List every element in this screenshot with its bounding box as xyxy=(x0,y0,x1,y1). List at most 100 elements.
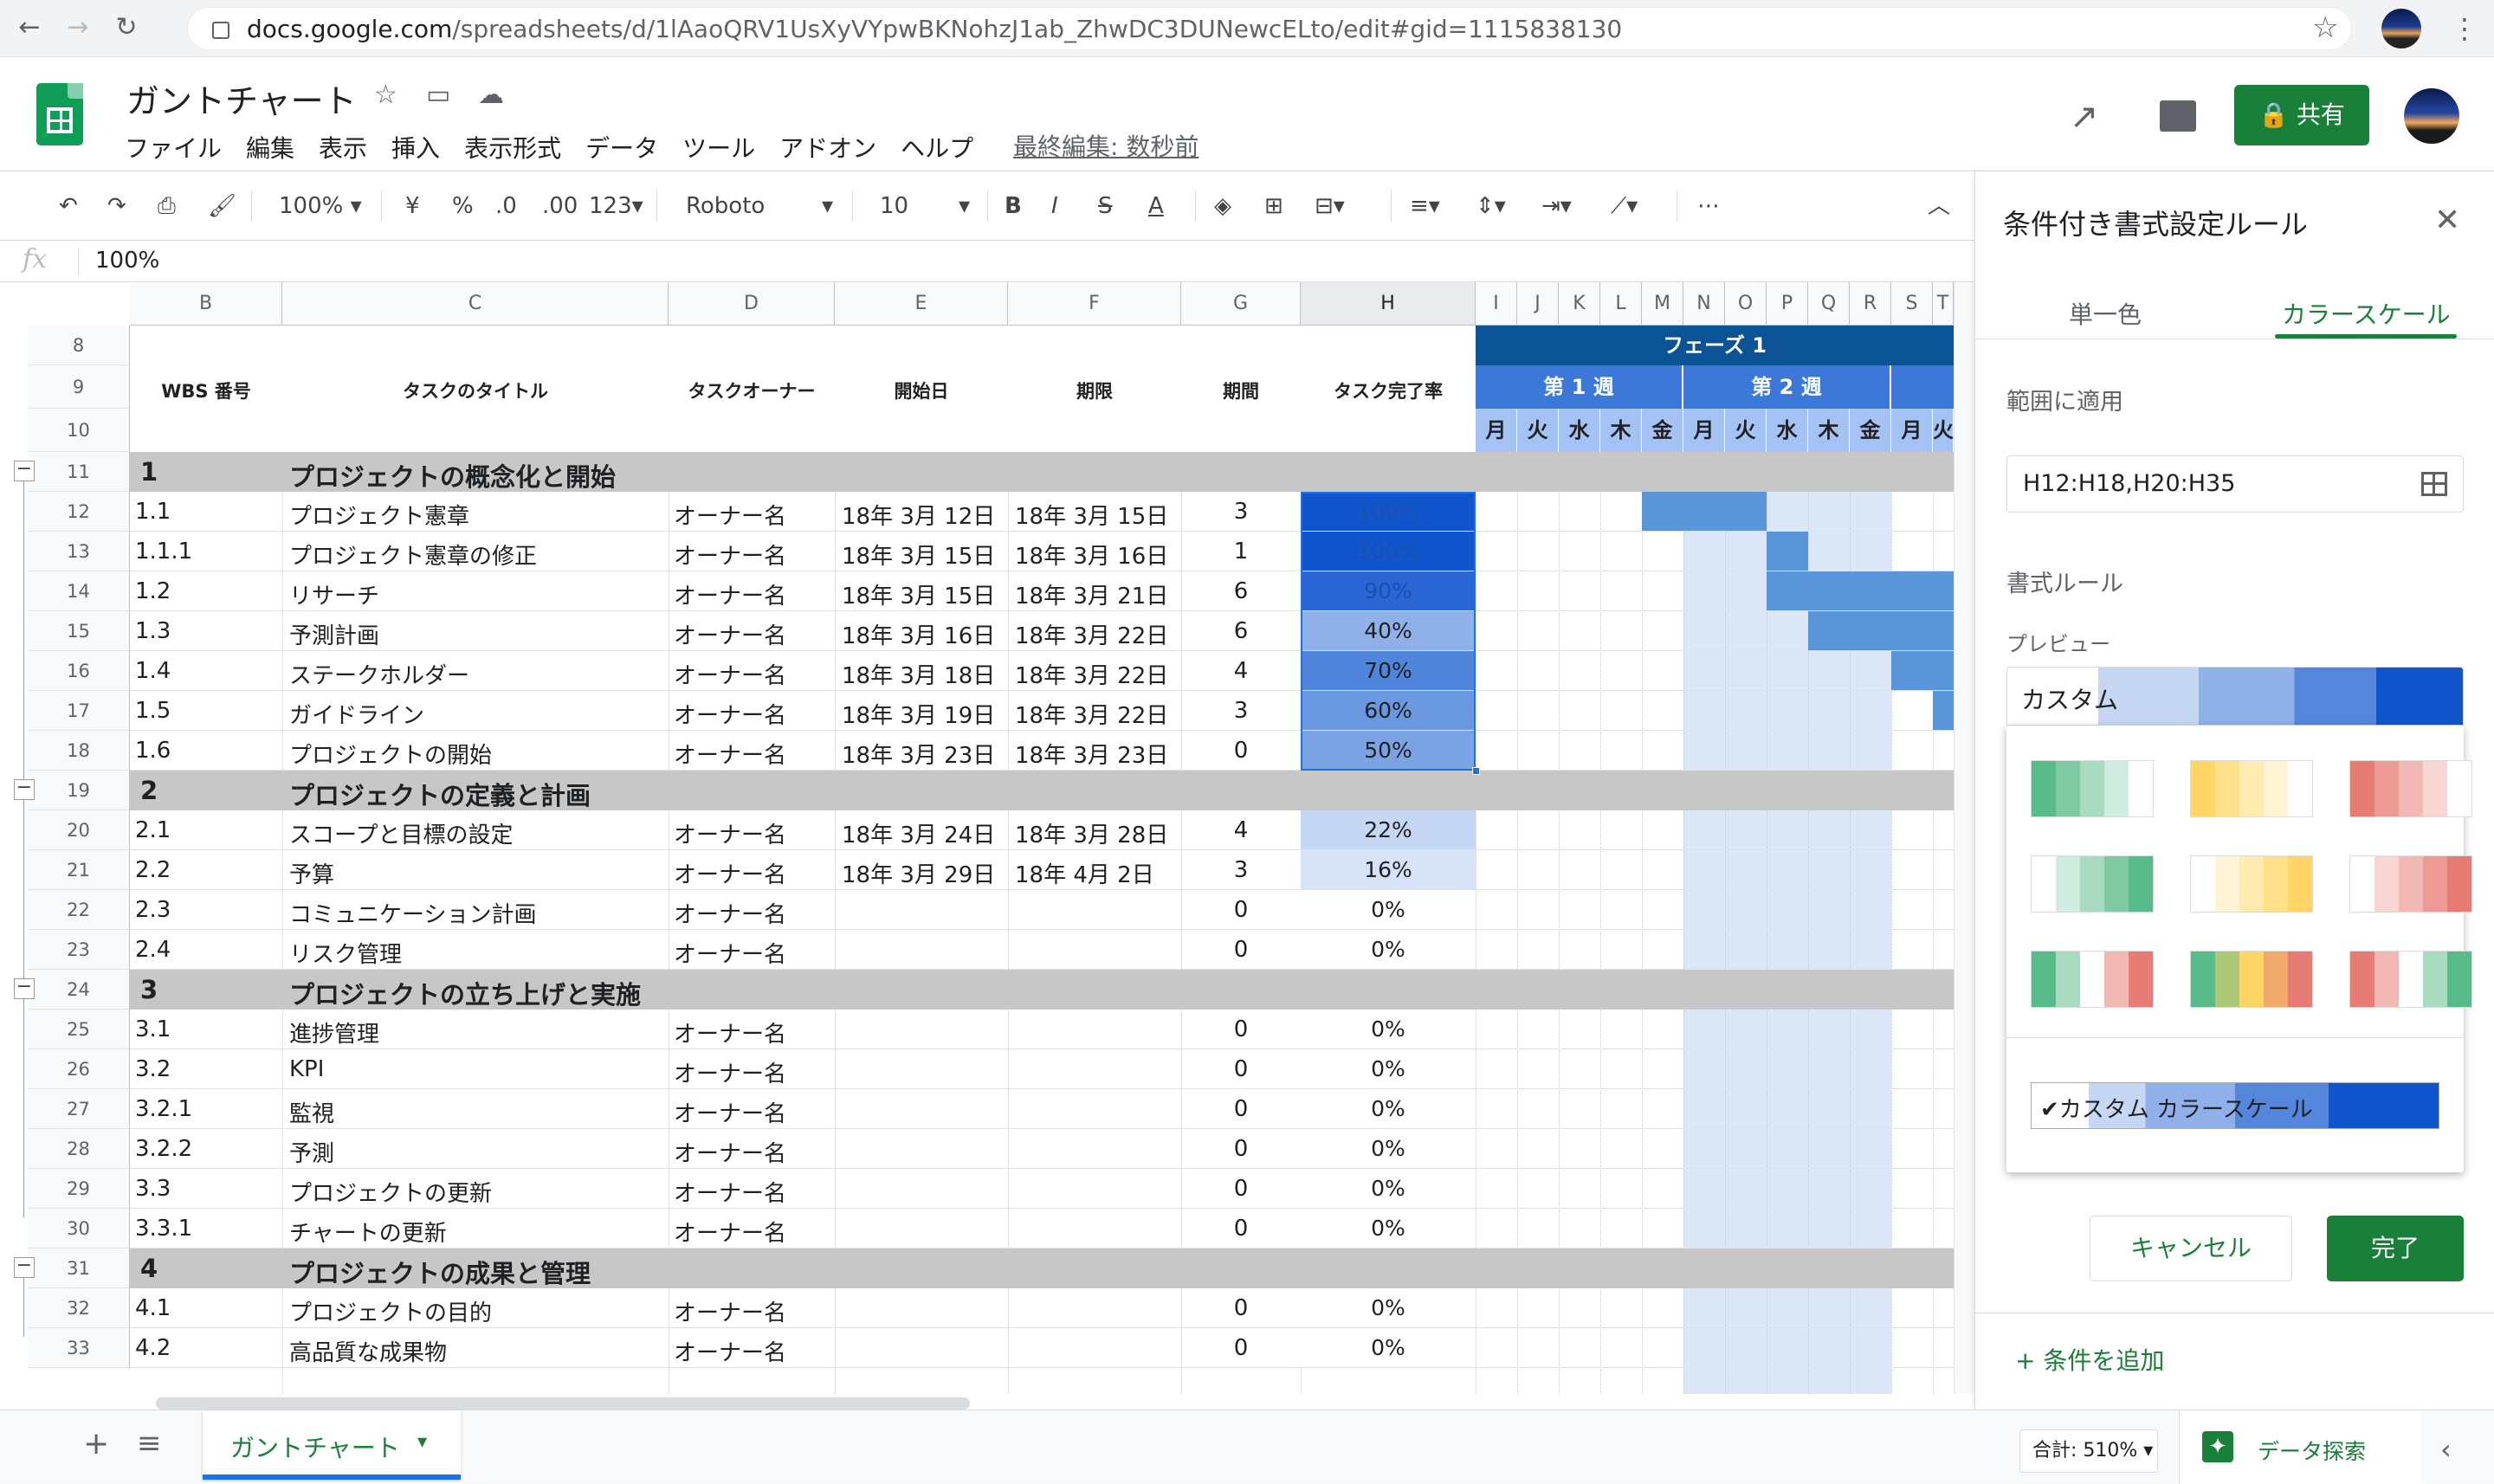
cell-owner[interactable]: オーナー名 xyxy=(674,817,831,849)
column-header-T[interactable]: T xyxy=(1933,282,1954,326)
cell-wbs[interactable]: 1.1.1 xyxy=(135,539,279,565)
horizontal-scrollbar[interactable] xyxy=(156,1397,970,1410)
cell-progress[interactable]: 0% xyxy=(1301,1136,1476,1161)
row-header-15[interactable]: 15 xyxy=(28,611,130,651)
cell-progress[interactable]: 0% xyxy=(1301,1295,1476,1320)
cell-wbs[interactable]: 1.1 xyxy=(135,499,279,525)
row-header-22[interactable]: 22 xyxy=(28,890,130,930)
cell-owner[interactable]: オーナー名 xyxy=(674,738,831,770)
column-header-Q[interactable]: Q xyxy=(1808,282,1850,326)
redo-icon[interactable]: ↷ xyxy=(107,190,126,222)
cell-task-title[interactable]: スコープと目標の設定 xyxy=(289,817,665,849)
cell-task-title[interactable]: リサーチ xyxy=(289,578,665,610)
cell-owner[interactable]: オーナー名 xyxy=(674,1335,831,1367)
cell-owner[interactable]: オーナー名 xyxy=(674,658,831,690)
cell-duration[interactable]: 0 xyxy=(1181,1136,1301,1162)
row-header-24[interactable]: 24 xyxy=(28,970,130,1010)
move-folder-icon[interactable]: ▭ xyxy=(426,80,450,110)
column-header-E[interactable]: E xyxy=(835,282,1008,326)
bold-button[interactable]: B xyxy=(1005,190,1022,222)
column-header-D[interactable]: D xyxy=(669,282,835,326)
row-header-25[interactable]: 25 xyxy=(28,1010,130,1049)
cell-start-date[interactable]: 18年 3月 29日 xyxy=(842,857,1006,889)
column-header-C[interactable]: C xyxy=(282,282,669,326)
row-header-18[interactable]: 18 xyxy=(28,731,130,771)
cell-task-title[interactable]: プロジェクトの更新 xyxy=(289,1176,665,1208)
cell-start-date[interactable]: 18年 3月 24日 xyxy=(842,817,1006,849)
cell-owner[interactable]: オーナー名 xyxy=(674,1216,831,1248)
fill-handle[interactable] xyxy=(1472,767,1480,775)
cell-progress[interactable]: 0% xyxy=(1301,1096,1476,1121)
row-header-9[interactable]: 9 xyxy=(28,365,130,409)
row-header-8[interactable]: 8 xyxy=(28,326,130,365)
cell-progress[interactable]: 0% xyxy=(1301,1056,1476,1081)
cancel-button[interactable]: キャンセル xyxy=(2090,1216,2292,1281)
decrease-decimal-button[interactable]: .0 xyxy=(495,190,517,222)
menu-item-0[interactable]: ファイル xyxy=(125,134,222,163)
strikethrough-button[interactable]: S xyxy=(1098,190,1113,222)
collapse-group-icon[interactable]: − xyxy=(14,460,35,481)
menu-item-8[interactable]: ヘルプ xyxy=(901,134,973,163)
cell-progress[interactable]: 0% xyxy=(1301,1216,1476,1241)
text-wrap-icon[interactable]: ⇥▾ xyxy=(1541,190,1572,222)
all-sheets-icon[interactable]: ≡ xyxy=(137,1426,162,1461)
cell-due-date[interactable]: 18年 4月 2日 xyxy=(1015,857,1179,889)
cell-wbs[interactable]: 3.2.2 xyxy=(135,1136,279,1162)
color-scale-preview[interactable]: カスタム xyxy=(2006,667,2464,726)
cell-wbs[interactable]: 3.3 xyxy=(135,1176,279,1202)
merge-cells-icon[interactable]: ⊟▾ xyxy=(1315,190,1345,222)
cell-progress[interactable]: 0% xyxy=(1301,897,1476,922)
cell-task-title[interactable]: チャートの更新 xyxy=(289,1216,665,1248)
column-header-F[interactable]: F xyxy=(1008,282,1181,326)
explore-button[interactable]: ✦ データ探索 xyxy=(2179,1410,2421,1484)
cell-duration[interactable]: 0 xyxy=(1181,1016,1301,1042)
increase-decimal-button[interactable]: .00 xyxy=(542,190,578,222)
color-scale-preset-white-red[interactable] xyxy=(2349,855,2472,913)
cell-wbs[interactable]: 1.4 xyxy=(135,658,279,684)
cell-task-title[interactable]: 予測 xyxy=(289,1136,665,1168)
reload-icon[interactable]: ↻ xyxy=(109,10,144,45)
menu-item-6[interactable]: ツール xyxy=(682,134,755,163)
row-header-29[interactable]: 29 xyxy=(28,1169,130,1209)
cell-duration[interactable]: 0 xyxy=(1181,738,1301,764)
row-header-20[interactable]: 20 xyxy=(28,810,130,850)
cell-duration[interactable]: 6 xyxy=(1181,578,1301,604)
sheet-tab-menu-icon[interactable]: ▾ xyxy=(417,1431,427,1453)
color-scale-preset-green-white-red[interactable] xyxy=(2031,951,2154,1008)
cell-duration[interactable]: 0 xyxy=(1181,1056,1301,1082)
cell-start-date[interactable]: 18年 3月 18日 xyxy=(842,658,1006,690)
cell-duration[interactable]: 0 xyxy=(1181,1176,1301,1202)
collapse-side-panel-icon[interactable]: ‹ xyxy=(2440,1433,2452,1466)
cell-wbs[interactable]: 4.1 xyxy=(135,1295,279,1321)
cell-task-title[interactable]: プロジェクトの開始 xyxy=(289,738,665,770)
sum-selector[interactable]: 合計: 510% ▾ xyxy=(2019,1429,2158,1473)
cell-due-date[interactable]: 18年 3月 28日 xyxy=(1015,817,1179,849)
menu-item-1[interactable]: 編集 xyxy=(246,134,294,163)
cell-duration[interactable]: 0 xyxy=(1181,1295,1301,1321)
cell-start-date[interactable]: 18年 3月 16日 xyxy=(842,618,1006,650)
cell-duration[interactable]: 0 xyxy=(1181,1216,1301,1242)
cell-wbs[interactable]: 3.2 xyxy=(135,1056,279,1082)
cell-task-title[interactable]: コミュニケーション計画 xyxy=(289,897,665,929)
cell-owner[interactable]: オーナー名 xyxy=(674,499,831,531)
column-header-I[interactable]: I xyxy=(1476,282,1517,326)
cell-owner[interactable]: オーナー名 xyxy=(674,698,831,730)
row-header-32[interactable]: 32 xyxy=(28,1288,130,1328)
cell-duration[interactable]: 6 xyxy=(1181,618,1301,644)
share-button[interactable]: 🔒 共有 xyxy=(2234,85,2369,145)
cell-owner[interactable]: オーナー名 xyxy=(674,618,831,650)
cell-duration[interactable]: 3 xyxy=(1181,698,1301,724)
row-header-26[interactable]: 26 xyxy=(28,1049,130,1089)
font-size-select[interactable]: 10 ▾ xyxy=(880,190,970,222)
sheets-logo-icon[interactable] xyxy=(36,83,83,145)
cell-task-title[interactable]: プロジェクト憲章 xyxy=(289,499,665,531)
cell-wbs[interactable]: 2.3 xyxy=(135,897,279,923)
column-header-O[interactable]: O xyxy=(1725,282,1767,326)
cell-task-title[interactable]: ガイドライン xyxy=(289,698,665,730)
star-icon[interactable]: ☆ xyxy=(374,80,397,110)
column-header-B[interactable]: B xyxy=(130,282,282,326)
color-scale-preset-red-white-green[interactable] xyxy=(2349,951,2472,1008)
row-header-16[interactable]: 16 xyxy=(28,651,130,691)
cell-wbs[interactable]: 3.2.1 xyxy=(135,1096,279,1122)
column-header-P[interactable]: P xyxy=(1767,282,1808,326)
